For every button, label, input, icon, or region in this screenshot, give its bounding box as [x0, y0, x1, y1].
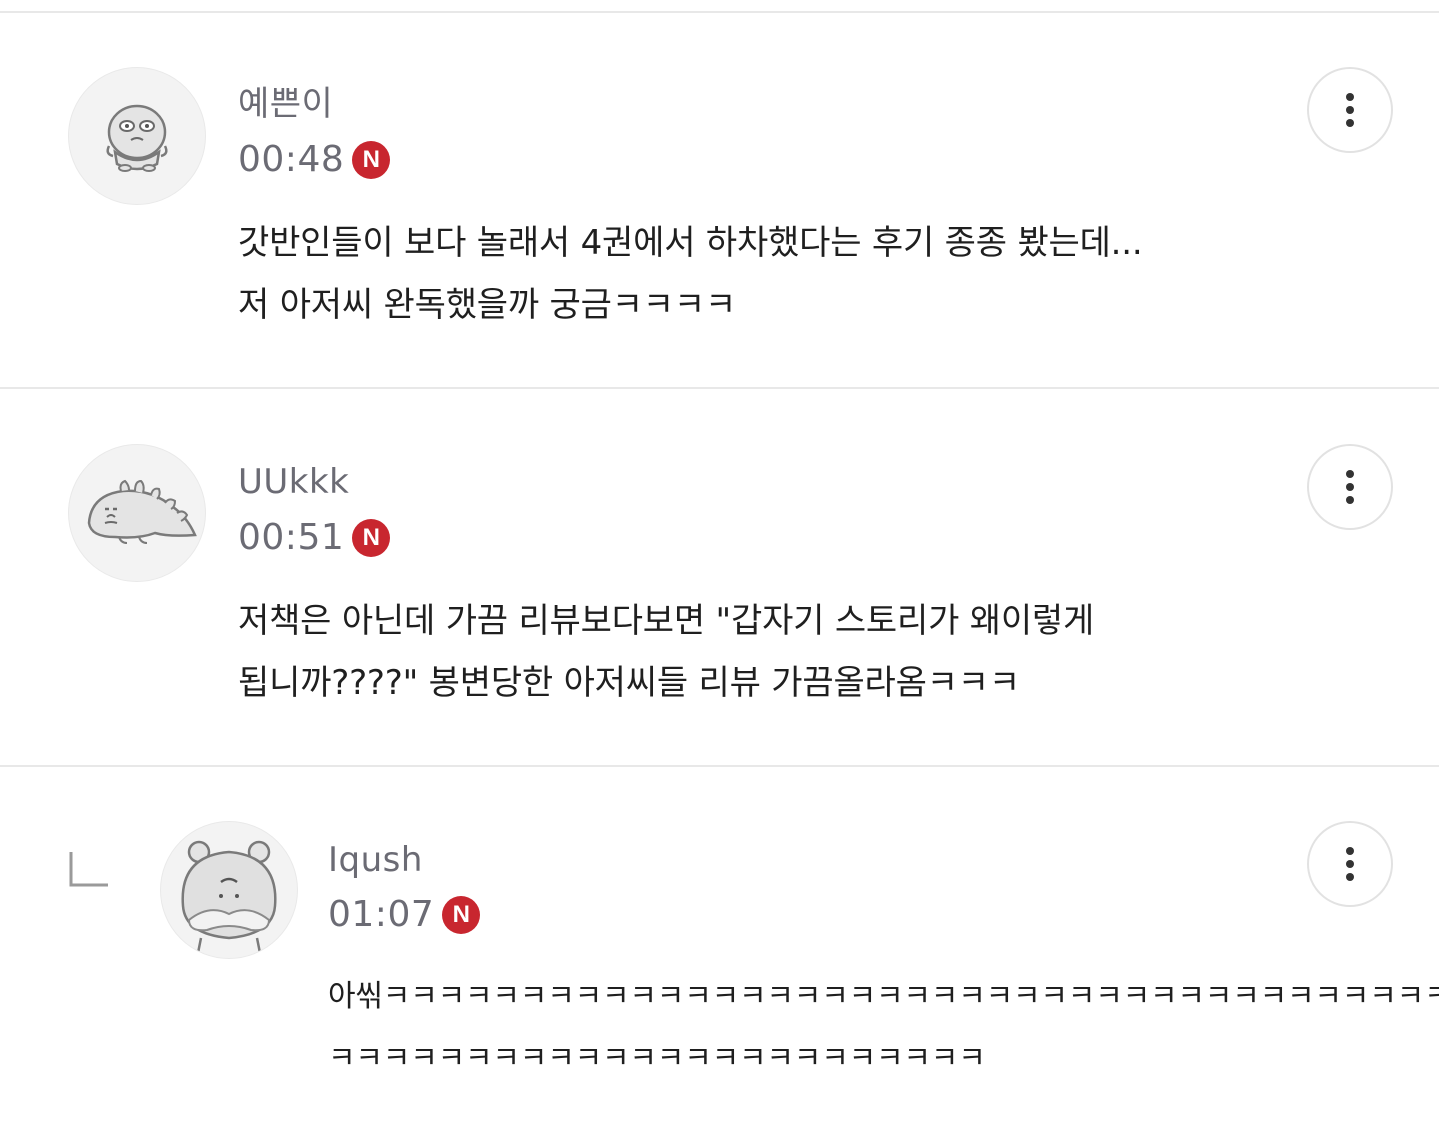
comment-time: 00:51 [238, 517, 345, 558]
more-vertical-icon [1346, 847, 1354, 881]
comment-meta: 00:48 N [238, 138, 391, 182]
new-badge: N [442, 896, 481, 934]
more-vertical-icon [1346, 93, 1354, 127]
comment-text: 저책은 아닌데 가끔 리뷰보다보면 "갑자기 스토리가 왜이렇게 됩니까????… [238, 590, 1094, 714]
avatar[interactable] [68, 444, 206, 582]
more-options-button[interactable] [1307, 821, 1393, 907]
cartoon-dinosaur-icon [87, 479, 197, 544]
top-divider [0, 11, 1439, 13]
more-vertical-icon [1346, 470, 1354, 504]
comment-text-line: 됩니까????" 봉변당한 아저씨들 리뷰 가끔올라옴ㅋㅋㅋ [238, 663, 1020, 703]
comment-text-line: 아씪ㅋㅋㅋㅋㅋㅋㅋㅋㅋㅋㅋㅋㅋㅋㅋㅋㅋㅋㅋㅋㅋㅋㅋㅋㅋㅋㅋㅋㅋㅋㅋㅋㅋㅋㅋㅋㅋㅋ… [328, 979, 1439, 1014]
more-options-button[interactable] [1307, 67, 1393, 153]
reply-arrow-icon [69, 852, 108, 887]
comment-meta: 00:51 N [238, 516, 391, 560]
avatar[interactable] [68, 67, 206, 205]
more-options-button[interactable] [1307, 444, 1393, 530]
new-badge: N [352, 519, 391, 557]
comment-time: 00:48 [238, 139, 345, 180]
comment-divider [0, 387, 1439, 389]
comment-meta: 01:07 N [328, 893, 481, 937]
comment-text-line: 갓반인들이 보다 놀래서 4권에서 하차했다는 후기 종종 봤는데... [238, 223, 1143, 263]
new-badge: N [352, 141, 391, 179]
comment-text: 아씪ㅋㅋㅋㅋㅋㅋㅋㅋㅋㅋㅋㅋㅋㅋㅋㅋㅋㅋㅋㅋㅋㅋㅋㅋㅋㅋㅋㅋㅋㅋㅋㅋㅋㅋㅋㅋㅋㅋ… [328, 966, 1439, 1090]
comment-text-line: 저책은 아닌데 가끔 리뷰보다보면 "갑자기 스토리가 왜이렇게 [238, 601, 1095, 641]
comment-time: 01:07 [328, 894, 435, 935]
comment-text-line: ㅋㅋㅋㅋㅋㅋㅋㅋㅋㅋㅋㅋㅋㅋㅋㅋㅋㅋㅋㅋㅋㅋㅋㅋ [328, 1041, 986, 1076]
comment-text-line: 저 아저씨 완독했을까 궁금ㅋㅋㅋㅋ [238, 285, 737, 325]
cartoon-hamster-icon [181, 840, 277, 958]
comment-text: 갓반인들이 보다 놀래서 4권에서 하차했다는 후기 종종 봤는데... 저 아… [238, 212, 1143, 336]
avatar[interactable] [160, 821, 298, 959]
cartoon-character-icon [106, 104, 168, 172]
comment-nickname[interactable]: UUkkk [238, 462, 349, 502]
comment-nickname[interactable]: 예쁜이 [238, 84, 333, 124]
comment-nickname[interactable]: Iqush [328, 840, 423, 880]
comment-divider [0, 765, 1439, 767]
